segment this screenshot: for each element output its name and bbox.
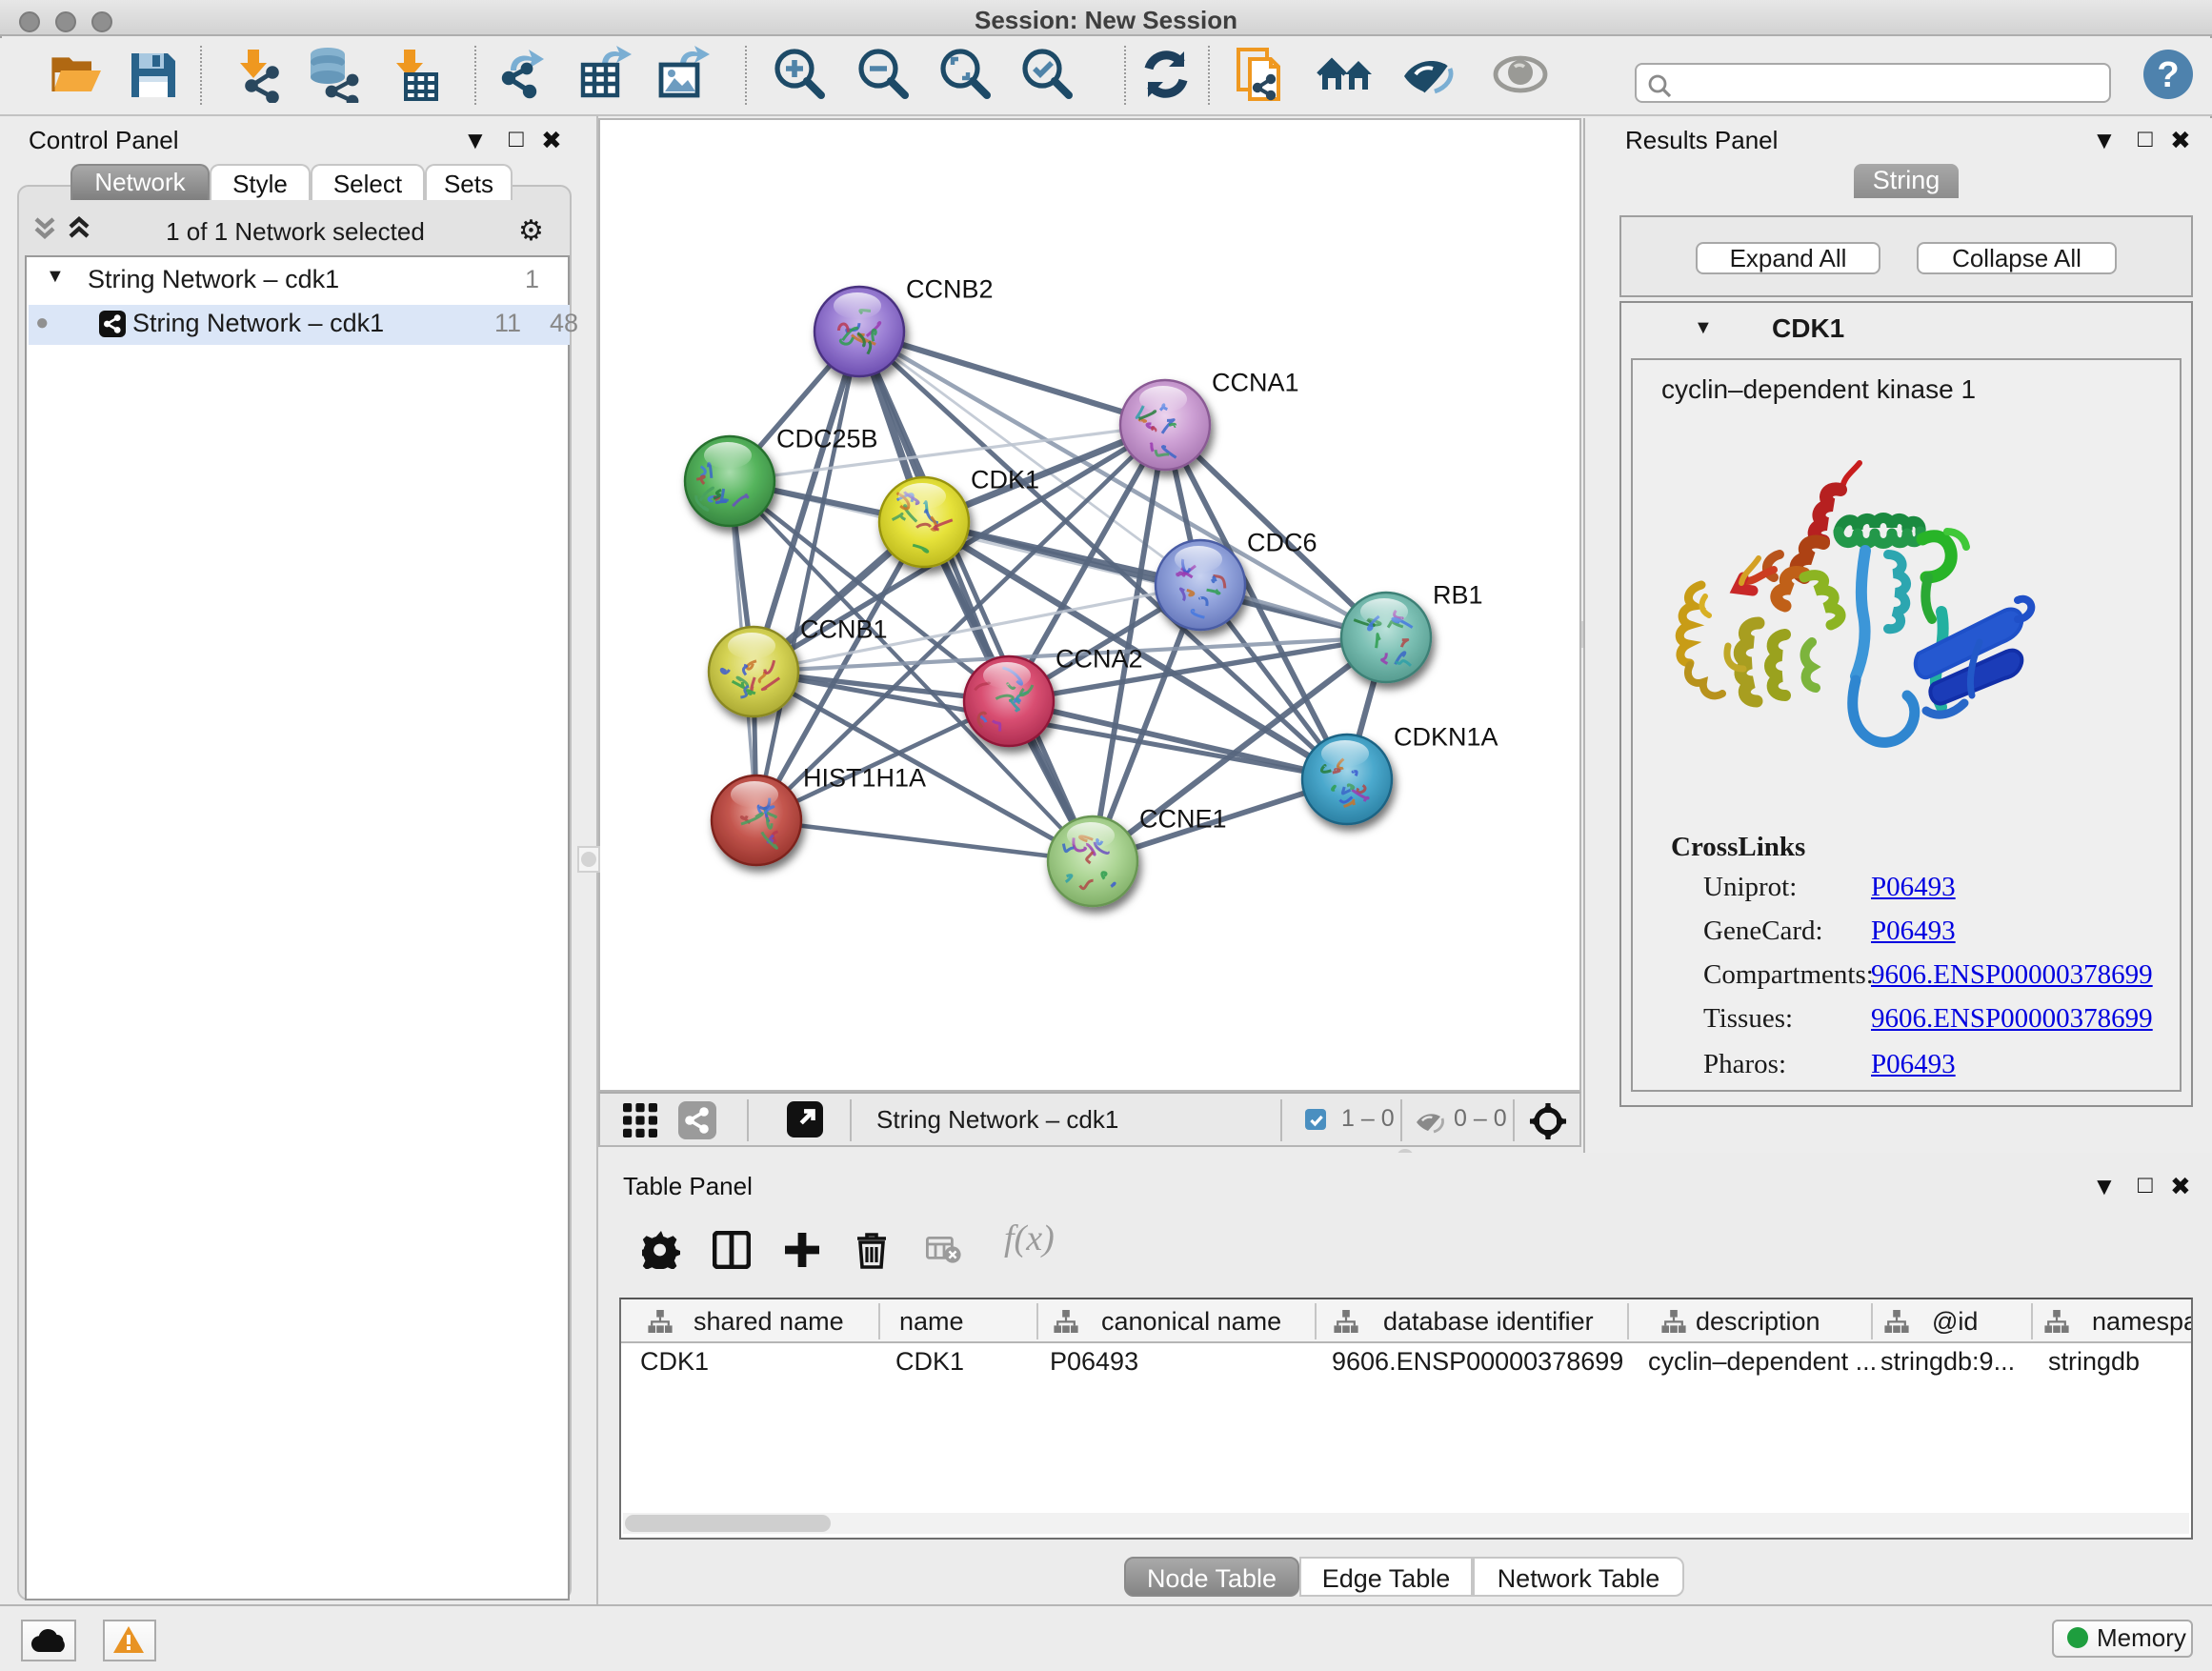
svg-text:CCNB1: CCNB1 xyxy=(800,614,888,642)
svg-text:CCNE1: CCNE1 xyxy=(1139,803,1227,832)
svg-text:?: ? xyxy=(2157,55,2179,95)
svg-text:HIST1H1A: HIST1H1A xyxy=(803,762,926,791)
svg-text:CDKN1A: CDKN1A xyxy=(1394,721,1498,750)
svg-text:CDC6: CDC6 xyxy=(1247,527,1317,555)
svg-text:RB1: RB1 xyxy=(1433,579,1483,608)
svg-text:CCNA1: CCNA1 xyxy=(1212,367,1299,395)
svg-text:CCNB2: CCNB2 xyxy=(906,273,994,302)
svg-text:CDK1: CDK1 xyxy=(971,464,1039,493)
svg-text:CCNA2: CCNA2 xyxy=(1056,643,1143,672)
svg-text:CDC25B: CDC25B xyxy=(776,423,878,452)
